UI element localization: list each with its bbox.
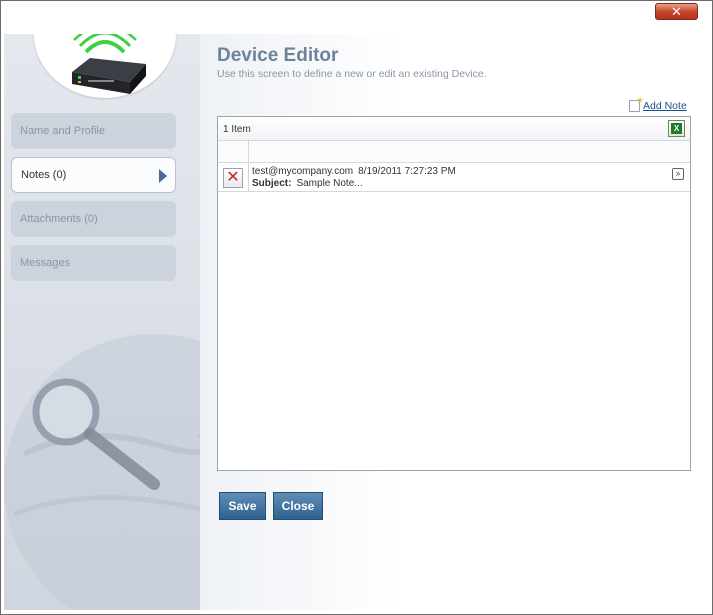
sidebar: Name and Profile Notes (0) Attachments (… xyxy=(4,34,200,610)
note-date: 8/19/2011 7:27:23 PM xyxy=(358,166,456,177)
grid-header xyxy=(218,141,690,163)
grid-toolbar: 1 Item X xyxy=(218,117,690,141)
subject-label: Subject: xyxy=(252,178,292,189)
item-count: 1 Item xyxy=(223,124,251,135)
globe-magnifier-art xyxy=(4,334,200,610)
close-button[interactable]: Close xyxy=(273,492,323,520)
note-subject: Subject: Sample Note... xyxy=(252,178,363,189)
sidebar-item-label: Attachments (0) xyxy=(20,213,98,225)
note-meta: test@mycompany.com 8/19/2011 7:27:23 PM xyxy=(252,166,456,177)
column-divider xyxy=(248,141,249,163)
sidebar-item-attachments[interactable]: Attachments (0) xyxy=(11,201,176,237)
add-note-link[interactable]: Add Note xyxy=(643,100,687,112)
sidebar-item-messages[interactable]: Messages xyxy=(11,245,176,281)
excel-export-icon: X xyxy=(671,123,682,134)
expand-row-button[interactable]: » xyxy=(672,168,684,180)
note-add-icon xyxy=(629,100,640,112)
device-icon xyxy=(72,34,146,94)
window-close-button[interactable]: ✕ xyxy=(655,3,698,20)
column-divider xyxy=(248,163,249,192)
logo-badge xyxy=(34,34,176,98)
sidebar-item-label: Name and Profile xyxy=(20,125,105,137)
chevron-right-icon xyxy=(159,169,167,183)
note-author: test@mycompany.com xyxy=(252,166,354,177)
table-row: ✕ test@mycompany.com 8/19/2011 7:27:23 PM… xyxy=(218,163,690,192)
close-icon: ✕ xyxy=(671,4,682,19)
sidebar-item-notes[interactable]: Notes (0) xyxy=(11,157,176,193)
save-button[interactable]: Save xyxy=(219,492,266,520)
export-excel-button[interactable]: X xyxy=(668,120,685,137)
delete-icon: ✕ xyxy=(226,169,240,186)
sidebar-item-name-and-profile[interactable]: Name and Profile xyxy=(11,113,176,149)
delete-note-button[interactable]: ✕ xyxy=(223,168,243,188)
add-note-button[interactable]: Add Note xyxy=(629,100,687,112)
subject-value: Sample Note... xyxy=(296,178,363,189)
sidebar-item-label: Notes (0) xyxy=(21,169,67,181)
page-title: Device Editor xyxy=(217,45,339,66)
title-bar: ✕ xyxy=(1,1,712,35)
page-subtitle: Use this screen to define a new or edit … xyxy=(217,68,487,80)
notes-grid: 1 Item X ✕ test@mycompany.com 8/19/2011 7… xyxy=(217,116,691,471)
sidebar-item-label: Messages xyxy=(20,257,71,269)
expand-icon: » xyxy=(675,169,681,178)
